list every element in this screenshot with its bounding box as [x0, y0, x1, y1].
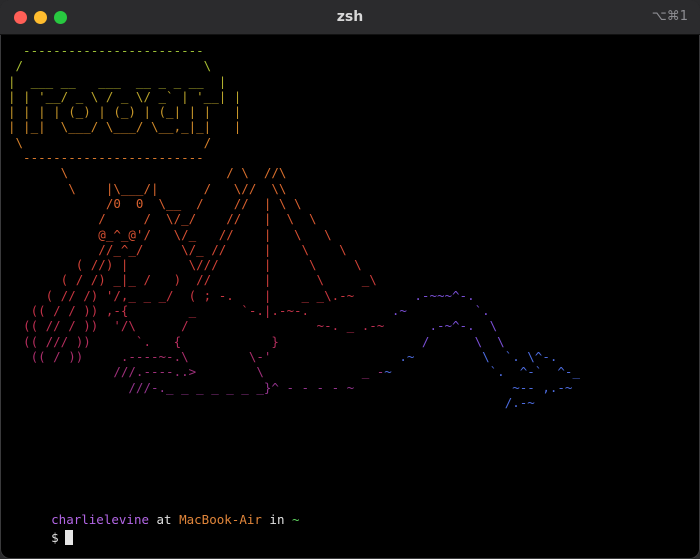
window-title: zsh	[336, 9, 364, 25]
ascii-art-line: ///-._ _ _ _ _ _ _}^ - - - - ~ ~-- ,.-~	[8, 379, 573, 395]
ascii-art-line: | |_| \___/ \___/ \__,_|_| |	[8, 119, 242, 135]
prompt-at: at	[149, 512, 180, 528]
text-cursor	[64, 530, 73, 546]
ascii-art-line: ------------------------	[8, 43, 204, 58]
prompt-in: in	[261, 512, 293, 528]
ascii-art-line: | | | | (_) | (_) | (_| | | |	[8, 104, 242, 120]
prompt-symbol: $	[51, 530, 59, 546]
input-line[interactable]: $	[6, 515, 73, 559]
ascii-art-line: @_^_@'/ \/_ // | \ \	[8, 226, 332, 242]
ascii-art-line: (( /// )) `. { } / \ \	[8, 333, 505, 349]
prompt-host: MacBook-Air	[179, 512, 262, 528]
ascii-art-roar-dragon: ------------------------ / \ | ___ __ __…	[8, 43, 580, 410]
ascii-art-line: ------------------------	[8, 150, 204, 166]
ascii-art-line: / / \/_/ // | \ \	[8, 211, 317, 227]
tab-shortcut: ⌥⌘1	[651, 9, 688, 24]
ascii-art-line: ( // /) '/,_ _ _/ ( ; -. | _ _\.-~ .-~~~…	[8, 287, 475, 303]
title-bar: zsh ⌥⌘1	[0, 0, 700, 35]
ascii-art-line: / \	[8, 58, 212, 74]
ascii-art-line: \ |\___/| / \// \\	[8, 180, 287, 196]
ascii-art-line: ///.----..> \ _ -~ `. ^-` ^-_	[8, 364, 580, 380]
ascii-art-line: \ /	[8, 134, 212, 150]
terminal-window: zsh ⌥⌘1 ------------------------ / \ | _…	[0, 0, 700, 559]
ascii-art-line: (( // / )) '/\ / ~-. _ .-~ .-~^-. \	[8, 318, 498, 334]
ascii-art-line: //_^_/ \/_ // | \ \	[8, 241, 347, 257]
ascii-art-line: | ___ __ ___ __ _ _ __ |	[8, 73, 227, 89]
ascii-art-line: ( / /) _|_ / ) // | \ _\	[8, 272, 377, 288]
ascii-art-line: (( / )) .----~-.\ \-' .~ \ `. \^-.	[8, 348, 558, 364]
ascii-art-line: \ / \ //\	[8, 165, 287, 181]
prompt-dir: ~	[292, 512, 300, 528]
ascii-art-line: (( / / )) ,-{ _ `-.|.-~-. .~ `.	[8, 303, 490, 319]
ascii-art-line: /0 0 \__ / // | \ \	[8, 195, 302, 211]
terminal-content[interactable]: ------------------------ / \ | ___ __ __…	[6, 38, 696, 553]
ascii-art-line: | | '__/ _ \ / _ \/ _` | '__| |	[8, 88, 242, 104]
ascii-art-line: ( //) | \/// | \ \	[8, 257, 362, 273]
ascii-art-line: /.-~	[384, 394, 535, 410]
